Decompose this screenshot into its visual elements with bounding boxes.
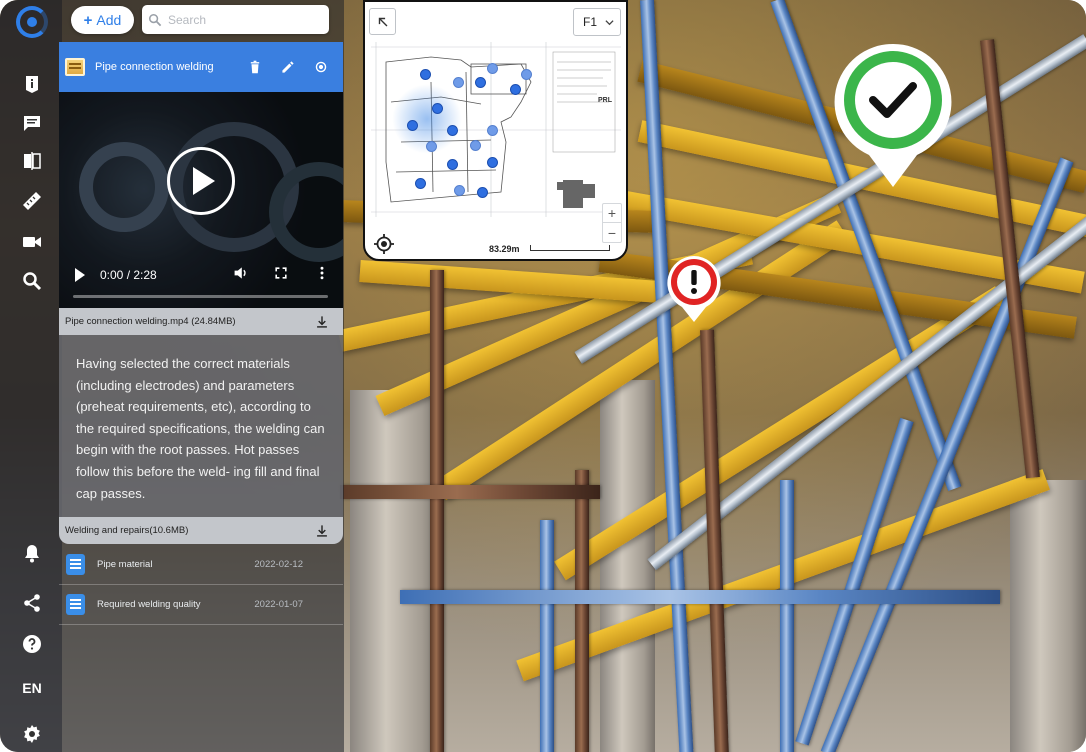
map-pin[interactable] [475,77,486,88]
document-name: Required welding quality [97,599,201,610]
resolved-marker[interactable] [833,42,953,189]
concrete-column [350,390,440,752]
attachment-name: Welding and repairs(10.6MB) [65,525,189,536]
video-controls: 0:00 / 2:28 [59,262,343,308]
video-frame [79,142,169,232]
map-pin[interactable] [447,125,458,136]
map-pin[interactable] [521,69,532,80]
document-date: 2022-01-07 [254,599,303,610]
video-camera-icon[interactable] [20,230,44,254]
info-icon[interactable] [20,72,44,96]
document-row[interactable]: Required welding quality 2022-01-07 [59,585,343,625]
add-button-label: Add [96,12,122,28]
checkmark-icon [834,43,952,187]
edit-icon[interactable] [277,56,299,78]
left-rail: EN [0,0,62,752]
zoom-in-button[interactable]: + [603,204,621,223]
search-icon [148,13,162,26]
zoom-out-button[interactable]: − [603,223,621,242]
attachment-video[interactable]: Pipe connection welding.mp4 (24.84MB) [59,308,343,335]
scaffold-pole [575,470,589,752]
scaffold-ledger [400,590,1000,604]
play-icon[interactable] [75,268,85,282]
map-scale-label: 83.29m [489,244,520,254]
video-progress-bar[interactable] [73,295,328,298]
scaffold-pole [780,480,794,752]
map-pin[interactable] [420,69,431,80]
map-pin[interactable] [510,84,521,95]
scaffold-ledger [340,485,600,499]
floor-selector[interactable]: F1 [573,8,621,36]
settings-icon[interactable] [20,722,44,746]
map-pin[interactable] [487,125,498,136]
document-icon [66,554,85,575]
scaffold-pole [540,520,554,752]
concrete-column [1010,480,1086,752]
map-pin[interactable] [447,159,458,170]
app-window: EN + Add Pipe connection welding [0,0,1086,752]
search-input[interactable] [168,12,318,27]
bell-icon[interactable] [20,541,44,565]
locate-me-icon[interactable] [373,233,395,255]
map-pin[interactable] [407,120,418,131]
map-pin[interactable] [432,103,443,114]
search-field[interactable] [142,5,329,34]
map-pin[interactable] [487,63,498,74]
download-icon[interactable] [315,315,329,329]
description-panel: Having selected the correct materials (i… [59,335,343,517]
play-overlay-button[interactable] [167,147,235,215]
share-icon[interactable] [20,591,44,615]
map-pin[interactable] [454,185,465,196]
plus-icon: + [83,11,93,29]
more-options-icon[interactable] [314,265,334,285]
map-pin[interactable] [487,157,498,168]
attachment-name: Pipe connection welding.mp4 (24.84MB) [65,316,236,327]
add-button[interactable]: + Add [71,6,134,34]
search-icon[interactable] [20,269,44,293]
chevron-down-icon [605,19,614,25]
comment-icon[interactable] [20,111,44,135]
exclamation-icon [667,256,721,322]
video-player[interactable]: 0:00 / 2:28 [59,92,343,308]
attachment-document[interactable]: Welding and repairs(10.6MB) [59,517,343,544]
compare-icon[interactable] [20,149,44,173]
selected-item-header[interactable]: Pipe connection welding [59,42,343,92]
language-switcher[interactable]: EN [16,680,48,696]
document-name: Pipe material [97,559,153,570]
description-text: Having selected the correct materials (i… [76,356,325,501]
map-zoom-control: + − [602,203,622,243]
ruler-icon[interactable] [20,189,44,213]
floor-selector-value: F1 [583,15,598,29]
video-time: 0:00 / 2:28 [100,268,157,282]
help-icon[interactable] [20,632,44,656]
item-thumbnail-icon [65,58,85,76]
map-pin[interactable] [470,140,481,151]
expand-map-icon[interactable] [369,8,396,35]
scaffold-pole [430,270,444,752]
document-row[interactable]: Pipe material 2022-02-12 [59,545,343,585]
map-pin[interactable] [477,187,488,198]
document-icon [66,594,85,615]
volume-icon[interactable] [233,265,253,285]
plan-logo: PRL [598,97,613,104]
map-pin[interactable] [453,77,464,88]
issue-marker[interactable] [666,255,722,323]
document-date: 2022-02-12 [254,559,303,570]
scaffold-pole [700,329,730,752]
map-pin[interactable] [426,141,437,152]
map-scale-bar [530,245,610,251]
map-pin[interactable] [415,178,426,189]
delete-icon[interactable] [244,56,266,78]
app-logo[interactable] [16,6,48,38]
concrete-column [600,380,655,752]
download-icon[interactable] [315,524,329,538]
locate-item-icon[interactable] [310,56,332,78]
item-title: Pipe connection welding [95,61,214,73]
floor-plan-minimap[interactable]: F1 PRL + − 83.29m [363,0,628,261]
fullscreen-icon[interactable] [273,265,293,285]
